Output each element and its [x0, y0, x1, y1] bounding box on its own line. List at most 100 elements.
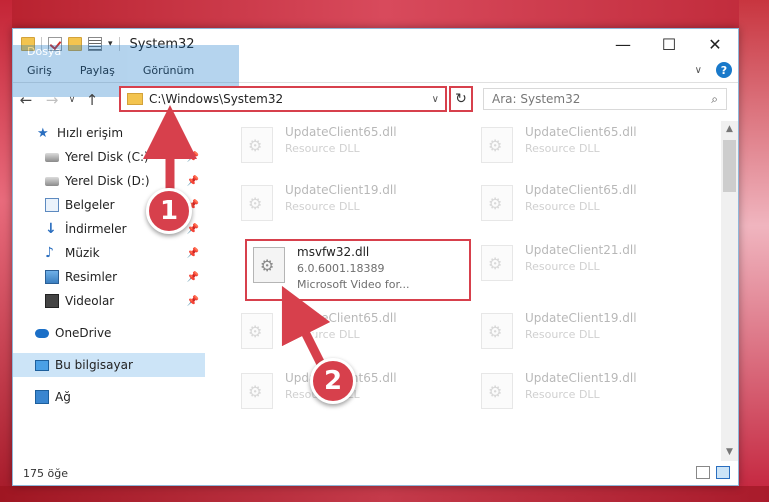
file-item[interactable]: UpdateClient19.dll Resource DLL	[475, 367, 701, 419]
file-item[interactable]: UpdateClient65.dll Resource DLL	[235, 307, 461, 359]
address-row: ← → ∨ ↑ C:\Windows\System32 ∨ ↻ Ara: Sys…	[13, 85, 738, 115]
details-view-icon[interactable]	[696, 466, 710, 479]
back-arrow-icon[interactable]: ←	[13, 91, 39, 109]
close-button[interactable]: ✕	[692, 29, 738, 59]
scroll-up-icon[interactable]: ▲	[721, 121, 738, 138]
disk-icon	[45, 152, 59, 162]
callout-badge-1: 1	[146, 188, 192, 234]
file-description: Resource DLL	[525, 200, 600, 213]
document-icon	[45, 198, 59, 212]
file-item[interactable]: UpdateClient65.dll Resource DLL	[475, 121, 701, 173]
refresh-button[interactable]: ↻	[449, 86, 473, 112]
refresh-icon: ↻	[455, 91, 467, 107]
item-count: 175 öğe	[23, 466, 68, 480]
address-path[interactable]: C:\Windows\System32	[149, 92, 426, 106]
large-icons-view-icon[interactable]	[716, 466, 730, 479]
pin-icon[interactable]: 📌	[187, 248, 199, 259]
sidebar-item-label: Videolar	[65, 294, 115, 308]
help-icon[interactable]: ?	[716, 62, 732, 78]
vertical-scrollbar[interactable]: ▲ ▼	[721, 121, 738, 461]
file-description: Resource DLL	[285, 328, 360, 341]
sidebar-item-videos[interactable]: Videolar 📌	[13, 289, 205, 313]
dll-file-icon	[241, 127, 273, 163]
file-description: Resource DLL	[525, 142, 600, 155]
address-dropdown-icon[interactable]: ∨	[432, 94, 445, 105]
video-icon	[45, 294, 59, 308]
status-bar: 175 öğe	[13, 461, 738, 485]
desktop-background-left	[0, 0, 12, 502]
window-controls: — ☐ ✕	[600, 29, 738, 59]
dll-file-icon	[481, 313, 513, 349]
file-item[interactable]: UpdateClient65.dll Resource DLL	[475, 179, 701, 231]
forward-arrow-icon[interactable]: →	[39, 91, 65, 109]
pin-icon[interactable]: 📌	[187, 224, 199, 235]
file-item[interactable]: UpdateClient65.dll Resource DLL	[235, 121, 461, 173]
ribbon-tabs: Dosya Giriş Paylaş Görünüm ∨ ?	[13, 44, 738, 97]
up-arrow-icon[interactable]: ↑	[79, 91, 105, 109]
file-description: Microsoft Video for...	[297, 278, 410, 291]
recent-locations-chevron-icon[interactable]: ∨	[65, 95, 79, 105]
cloud-icon	[35, 328, 49, 338]
file-description: Resource DLL	[285, 200, 360, 213]
file-name: UpdateClient19.dll	[525, 371, 637, 385]
dll-file-icon	[241, 373, 273, 409]
sidebar-item-label: OneDrive	[55, 326, 112, 340]
sidebar-item-pictures[interactable]: Resimler 📌	[13, 265, 205, 289]
desktop-background-top	[0, 0, 769, 28]
download-icon: ↓	[45, 221, 57, 237]
folder-icon	[127, 93, 143, 105]
address-bar[interactable]: C:\Windows\System32 ∨	[119, 86, 447, 112]
file-name: UpdateClient65.dll	[525, 125, 637, 139]
sidebar-item-this-pc[interactable]: Bu bilgisayar	[13, 353, 205, 377]
file-name: UpdateClient65.dll	[285, 311, 397, 325]
file-version: 6.0.6001.18389	[297, 262, 385, 275]
minimize-button[interactable]: —	[600, 29, 646, 59]
file-name: UpdateClient65.dll	[525, 183, 637, 197]
expand-ribbon-icon[interactable]: ∨	[695, 65, 702, 76]
network-icon	[35, 390, 49, 404]
view-buttons	[696, 466, 730, 479]
scroll-down-icon[interactable]: ▼	[721, 444, 738, 461]
file-description: Resource DLL	[285, 142, 360, 155]
file-item-msvfw32[interactable]: msvfw32.dll 6.0.6001.18389 Microsoft Vid…	[245, 239, 471, 301]
desktop-background-right	[739, 0, 769, 502]
sidebar-item-label: Müzik	[65, 246, 100, 260]
search-icon[interactable]: ⌕	[711, 92, 718, 107]
search-placeholder: Ara: System32	[492, 92, 581, 106]
file-name: UpdateClient21.dll	[525, 243, 637, 257]
file-description: Resource DLL	[525, 260, 600, 273]
desktop-background-bottom	[0, 486, 769, 502]
sidebar-item-label: Yerel Disk (D:)	[65, 174, 150, 188]
file-item[interactable]: UpdateClient19.dll Resource DLL	[475, 307, 701, 359]
sidebar-item-network[interactable]: Ağ	[13, 385, 205, 409]
explorer-window: ▾ System32 — ☐ ✕ Dosya Giriş Paylaş Görü…	[12, 28, 739, 486]
scroll-thumb[interactable]	[723, 140, 736, 192]
pin-icon[interactable]: 📌	[187, 296, 199, 307]
sidebar-item-label: Belgeler	[65, 198, 115, 212]
pin-icon[interactable]: 📌	[187, 152, 199, 163]
pin-icon[interactable]: 📌	[187, 176, 199, 187]
pin-icon[interactable]: 📌	[187, 272, 199, 283]
maximize-button[interactable]: ☐	[646, 29, 692, 59]
sidebar-item-label: Yerel Disk (C:)	[65, 150, 149, 164]
dll-file-icon	[481, 245, 513, 281]
file-item[interactable]: UpdateClient19.dll Resource DLL	[235, 179, 461, 231]
dll-file-icon	[241, 185, 273, 221]
disk-icon	[45, 176, 59, 186]
pictures-icon	[45, 270, 59, 284]
navigation-pane: ★ Hızlı erişim Yerel Disk (C:) 📌 Yerel D…	[13, 121, 205, 461]
sidebar-item-label: Bu bilgisayar	[55, 358, 133, 372]
search-input[interactable]: Ara: System32 ⌕	[483, 88, 727, 110]
computer-icon	[35, 359, 49, 371]
file-description: Resource DLL	[525, 388, 600, 401]
dll-file-icon	[481, 185, 513, 221]
star-icon: ★	[37, 125, 49, 141]
file-description: Resource DLL	[525, 328, 600, 341]
sidebar-item-quick-access[interactable]: ★ Hızlı erişim	[13, 121, 205, 145]
file-item[interactable]: UpdateClient21.dll Resource DLL	[475, 239, 701, 291]
sidebar-item-music[interactable]: ♪ Müzik 📌	[13, 241, 205, 265]
sidebar-item-onedrive[interactable]: OneDrive	[13, 321, 205, 345]
sidebar-item-local-disk-c[interactable]: Yerel Disk (C:) 📌	[13, 145, 205, 169]
